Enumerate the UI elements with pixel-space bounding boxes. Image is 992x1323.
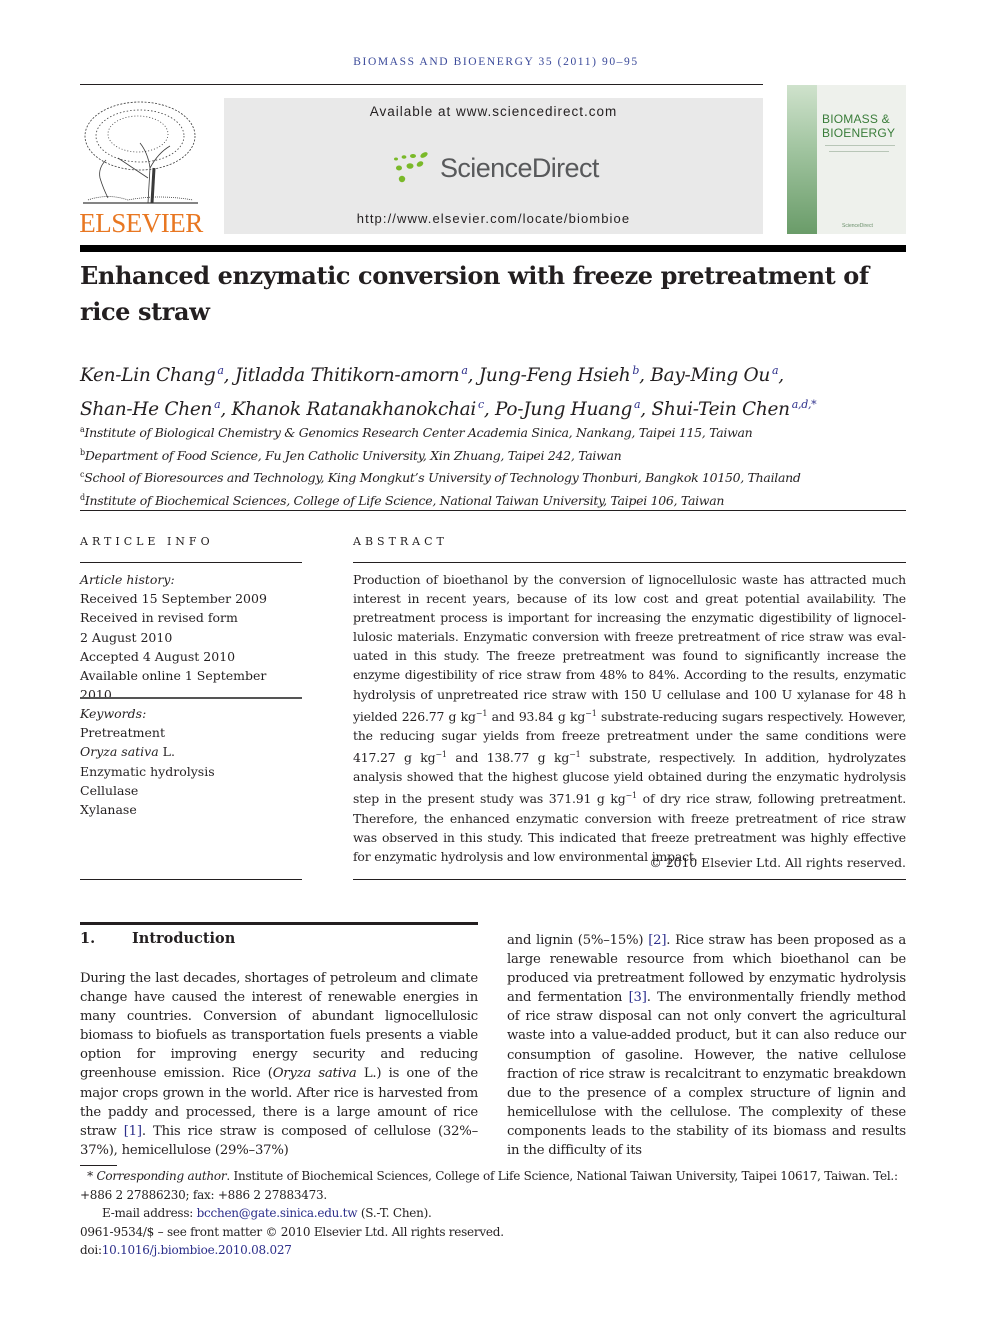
sciencedirect-logo[interactable]: ScienceDirect: [390, 148, 599, 188]
history-item: Received 15 September 2009: [80, 591, 267, 607]
cover-editor-line: [829, 151, 889, 152]
introduction-right-column: and lignin (5%–15%) [2]. Rice straw has …: [507, 933, 906, 1159]
cover-image-strip: [787, 85, 817, 234]
introduction-heading: 1. Introduction: [80, 930, 235, 947]
affiliation: dInstitute of Biochemical Sciences, Coll…: [80, 492, 725, 509]
article-title: Enhanced enzymatic conversion with freez…: [80, 261, 869, 326]
affiliation-list: aInstitute of Biological Chemistry & Gen…: [80, 420, 910, 511]
email-link[interactable]: bcchen@gate.sinica.edu.tw: [197, 1206, 358, 1220]
history-item: Received in revised form: [80, 610, 238, 626]
citation-link[interactable]: [3]: [629, 990, 647, 1005]
article-history-label: Article history:: [80, 572, 175, 587]
cover-title: BIOMASS & BIOENERGY: [822, 112, 895, 140]
article-info-rule: [80, 562, 302, 563]
elsevier-wordmark: ELSEVIER: [79, 208, 203, 238]
section-number: 1.: [80, 930, 96, 947]
history-item: 2 August 2010: [80, 629, 173, 645]
abstract-rule: [353, 562, 906, 563]
cover-title-line2: BIOENERGY: [822, 126, 896, 140]
sciencedirect-dots-icon: [394, 152, 428, 183]
citation-link[interactable]: [2]: [648, 933, 666, 948]
section-title: Introduction: [132, 930, 236, 947]
journal-url-link[interactable]: http://www.elsevier.com/locate/biombioe: [224, 211, 763, 226]
article-info-bottom-rule: [80, 879, 302, 880]
cover-footer: ScienceDirect: [842, 223, 873, 229]
front-matter-divider: [80, 510, 906, 511]
affiliation: cSchool of Bioresources and Technology, …: [80, 470, 801, 486]
author[interactable]: Po-Jung Huang a: [495, 398, 641, 420]
author[interactable]: Jung-Feng Hsieh b: [479, 364, 640, 386]
sciencedirect-name: ScienceDirect: [440, 152, 599, 183]
affiliation: bDepartment of Food Science, Fu Jen Cath…: [80, 447, 622, 463]
corresponding-author-note: * Corresponding author. Institute of Bio…: [80, 1169, 898, 1202]
email-note: E-mail address: bcchen@gate.sinica.edu.t…: [102, 1206, 432, 1220]
keywords-rule: [80, 697, 302, 699]
history-item: Accepted 4 August 2010: [80, 648, 236, 664]
citation-link[interactable]: [1]: [124, 1124, 142, 1139]
affiliation-marker[interactable]: a,d,*: [792, 398, 817, 411]
abstract-text: Production of bioethanol by the conversi…: [353, 572, 906, 864]
keyword: Pretreatment: [80, 725, 165, 741]
footnote-rule: [80, 1165, 117, 1166]
footnotes: * Corresponding author. Institute of Bio…: [80, 1167, 910, 1260]
author[interactable]: Bay-Ming Ou a: [650, 364, 778, 386]
keyword: Xylanase: [80, 802, 137, 818]
cover-editor-line: [825, 145, 895, 146]
keyword: Cellulase: [80, 782, 139, 798]
affiliation: aInstitute of Biological Chemistry & Gen…: [80, 425, 753, 441]
masthead-rule: [80, 245, 906, 252]
issn-note: 0961-9534/$ – see front matter © 2010 El…: [80, 1224, 504, 1239]
available-at-text: Available at www.sciencedirect.com: [369, 104, 618, 119]
author[interactable]: Shui-Tein Chen a,d,*: [651, 398, 817, 420]
journal-cover-thumbnail[interactable]: BIOMASS & BIOENERGY ScienceDirect: [787, 85, 906, 234]
history-item: Available online 1 September 2010: [80, 668, 267, 703]
keyword: Enzymatic hydrolysis: [80, 763, 215, 779]
keywords-label: Keywords:: [80, 706, 147, 721]
author[interactable]: Jitladda Thitikorn-amorn a: [235, 364, 468, 386]
article-info-heading: ARTICLE INFO: [80, 535, 214, 548]
author[interactable]: Ken-Lin Chang a: [80, 364, 224, 386]
doi-link[interactable]: 10.1016/j.biombioe.2010.08.027: [102, 1243, 292, 1257]
article-history: Article history: Received 15 September 2…: [80, 570, 302, 704]
author-list: Ken-Lin Chang a, Jitladda Thitikorn-amorn…: [80, 364, 817, 421]
journal-running-header: BIOMASS AND BIOENERGY 35 (2011) 90–95: [353, 56, 639, 68]
abstract-bottom-rule: [353, 879, 906, 880]
keywords: Keywords: Pretreatment Oryza sativa L. E…: [80, 704, 302, 819]
introduction-left-column: During the last decades, shortages of pe…: [80, 971, 478, 1158]
header-rule: [80, 84, 763, 85]
author[interactable]: Khanok Ratanakhanokchai c: [232, 398, 485, 420]
abstract-copyright: © 2010 Elsevier Ltd. All rights reserved…: [649, 855, 906, 870]
keyword: Oryza sativa L.: [80, 744, 175, 760]
abstract-heading: ABSTRACT: [353, 535, 448, 548]
doi-note: doi:10.1016/j.biombioe.2010.08.027: [80, 1243, 292, 1257]
introduction-rule: [80, 922, 478, 925]
cover-title-line1: BIOMASS &: [822, 112, 890, 126]
author[interactable]: Shan-He Chen a: [80, 398, 221, 420]
